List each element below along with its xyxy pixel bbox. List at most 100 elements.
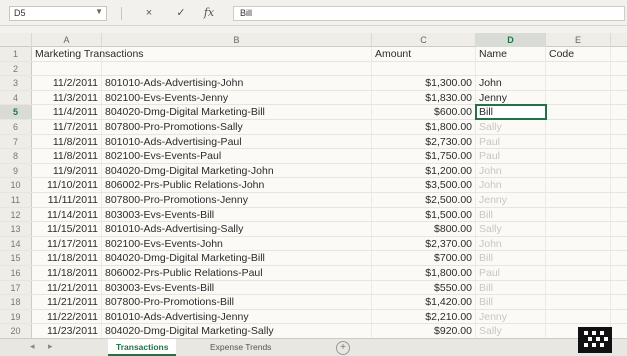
row-header[interactable]: 11: [0, 193, 32, 207]
cell-a[interactable]: 11/8/2011: [32, 134, 102, 149]
row-header[interactable]: 15: [0, 251, 32, 265]
row-header[interactable]: 6: [0, 120, 32, 134]
cell-b[interactable]: 804020-Dmg-Digital Marketing-Bill: [102, 105, 372, 119]
row-header[interactable]: 2: [0, 61, 32, 76]
cell-e[interactable]: [546, 76, 611, 90]
cell-a[interactable]: 11/9/2011: [32, 163, 102, 178]
column-header-a[interactable]: A: [32, 33, 102, 47]
cell-b[interactable]: 806002-Prs-Public Relations-Paul: [102, 266, 372, 280]
row-header[interactable]: 1: [0, 47, 32, 61]
cell-d[interactable]: John: [476, 163, 546, 178]
cell-a[interactable]: 11/7/2011: [32, 120, 102, 134]
row-header[interactable]: 4: [0, 90, 32, 105]
chevron-down-icon[interactable]: ▼: [95, 7, 103, 16]
cell-a[interactable]: 11/21/2011: [32, 295, 102, 309]
cell-c[interactable]: $1,200.00: [372, 163, 476, 178]
cell-d[interactable]: Bill: [475, 104, 547, 120]
cell-c[interactable]: $2,500.00: [372, 193, 476, 207]
cell-e[interactable]: [546, 207, 611, 222]
scroll-right-icon[interactable]: ▸: [48, 341, 53, 352]
cell-b[interactable]: 802100-Evs-Events-Paul: [102, 149, 372, 163]
row-header[interactable]: 10: [0, 178, 32, 192]
cell-c[interactable]: $2,730.00: [372, 134, 476, 149]
tab-transactions[interactable]: Transactions: [108, 339, 177, 356]
cell-e[interactable]: [546, 236, 611, 251]
cell-a[interactable]: [32, 61, 102, 76]
cell-c[interactable]: [372, 61, 476, 76]
cell-c[interactable]: $1,750.00: [372, 149, 476, 163]
name-box[interactable]: D5 ▼: [9, 6, 107, 21]
cell-d[interactable]: Jenny: [476, 193, 546, 207]
cell-c[interactable]: $3,500.00: [372, 178, 476, 192]
formula-input[interactable]: Bill: [233, 6, 625, 21]
cell-b[interactable]: 803003-Evs-Events-Bill: [102, 207, 372, 222]
select-all-corner[interactable]: [0, 33, 32, 47]
tab-expense-trends[interactable]: Expense Trends: [202, 339, 279, 356]
cell-a[interactable]: 11/2/2011: [32, 76, 102, 90]
cell-c[interactable]: $1,420.00: [372, 295, 476, 309]
cell-d[interactable]: Paul: [476, 134, 546, 149]
cell-c[interactable]: $2,370.00: [372, 236, 476, 251]
cell-a[interactable]: 11/11/2011: [32, 193, 102, 207]
cell-b[interactable]: 802100-Evs-Events-Jenny: [102, 90, 372, 105]
cell-d[interactable]: Jenny: [476, 90, 546, 105]
cell-b[interactable]: 801010-Ads-Advertising-Jenny: [102, 309, 372, 324]
row-header[interactable]: 18: [0, 295, 32, 309]
cell-e[interactable]: [546, 295, 611, 309]
row-header[interactable]: 7: [0, 134, 32, 149]
cell-e[interactable]: [546, 178, 611, 192]
cell-e[interactable]: [546, 251, 611, 265]
cell-d[interactable]: [476, 61, 546, 76]
cell-b[interactable]: 801010-Ads-Advertising-Sally: [102, 222, 372, 236]
cell-b[interactable]: 804020-Dmg-Digital Marketing-John: [102, 163, 372, 178]
cell-d[interactable]: Jenny: [476, 309, 546, 324]
cell-b[interactable]: 804020-Dmg-Digital Marketing-Bill: [102, 251, 372, 265]
check-icon[interactable]: ✓: [172, 5, 190, 21]
row-header[interactable]: 12: [0, 207, 32, 222]
add-sheet-button[interactable]: +: [336, 341, 350, 355]
row-header[interactable]: 14: [0, 236, 32, 251]
cell-d[interactable]: Sally: [476, 324, 546, 338]
cell-a[interactable]: 11/15/2011: [32, 222, 102, 236]
cell-b[interactable]: [102, 61, 372, 76]
cell-e[interactable]: [546, 61, 611, 76]
cell-c[interactable]: $600.00: [372, 105, 476, 119]
cell-e[interactable]: [546, 193, 611, 207]
cell-b[interactable]: 806002-Prs-Public Relations-John: [102, 178, 372, 192]
column-header-e[interactable]: E: [546, 33, 611, 47]
cell-e[interactable]: [546, 134, 611, 149]
column-header-d[interactable]: D: [476, 33, 546, 47]
scroll-left-icon[interactable]: ◂: [30, 341, 35, 352]
cell-e[interactable]: [546, 163, 611, 178]
cell-d[interactable]: Bill: [476, 207, 546, 222]
cell-b[interactable]: 801010-Ads-Advertising-Paul: [102, 134, 372, 149]
cell-a[interactable]: 11/17/2011: [32, 236, 102, 251]
cell-d[interactable]: Bill: [476, 280, 546, 295]
cell-c[interactable]: $1,830.00: [372, 90, 476, 105]
cell-d[interactable]: Sally: [476, 120, 546, 134]
cell-b[interactable]: 801010-Ads-Advertising-John: [102, 76, 372, 90]
cell-a[interactable]: 11/10/2011: [32, 178, 102, 192]
cell-e[interactable]: [546, 90, 611, 105]
cell-c[interactable]: $1,500.00: [372, 207, 476, 222]
cell-d[interactable]: Bill: [476, 251, 546, 265]
cell-e[interactable]: [546, 280, 611, 295]
row-header[interactable]: 5: [0, 105, 32, 119]
cell-a[interactable]: 11/8/2011: [32, 149, 102, 163]
row-header[interactable]: 17: [0, 280, 32, 295]
cell-a[interactable]: 11/4/2011: [32, 105, 102, 119]
cell-a[interactable]: 11/3/2011: [32, 90, 102, 105]
cell-d[interactable]: Paul: [476, 266, 546, 280]
cell-e[interactable]: Code: [546, 47, 611, 61]
cancel-icon[interactable]: ×: [140, 5, 158, 21]
cell-b[interactable]: 803003-Evs-Events-Bill: [102, 280, 372, 295]
cell-d[interactable]: Sally: [476, 222, 546, 236]
row-header[interactable]: 13: [0, 222, 32, 236]
cell-c[interactable]: $1,300.00: [372, 76, 476, 90]
cell-c[interactable]: $920.00: [372, 324, 476, 338]
cell-c[interactable]: $1,800.00: [372, 266, 476, 280]
row-header[interactable]: 19: [0, 309, 32, 324]
cell-e[interactable]: [546, 222, 611, 236]
cell-b[interactable]: 807800-Pro-Promotions-Jenny: [102, 193, 372, 207]
function-icon[interactable]: fx: [200, 5, 218, 21]
